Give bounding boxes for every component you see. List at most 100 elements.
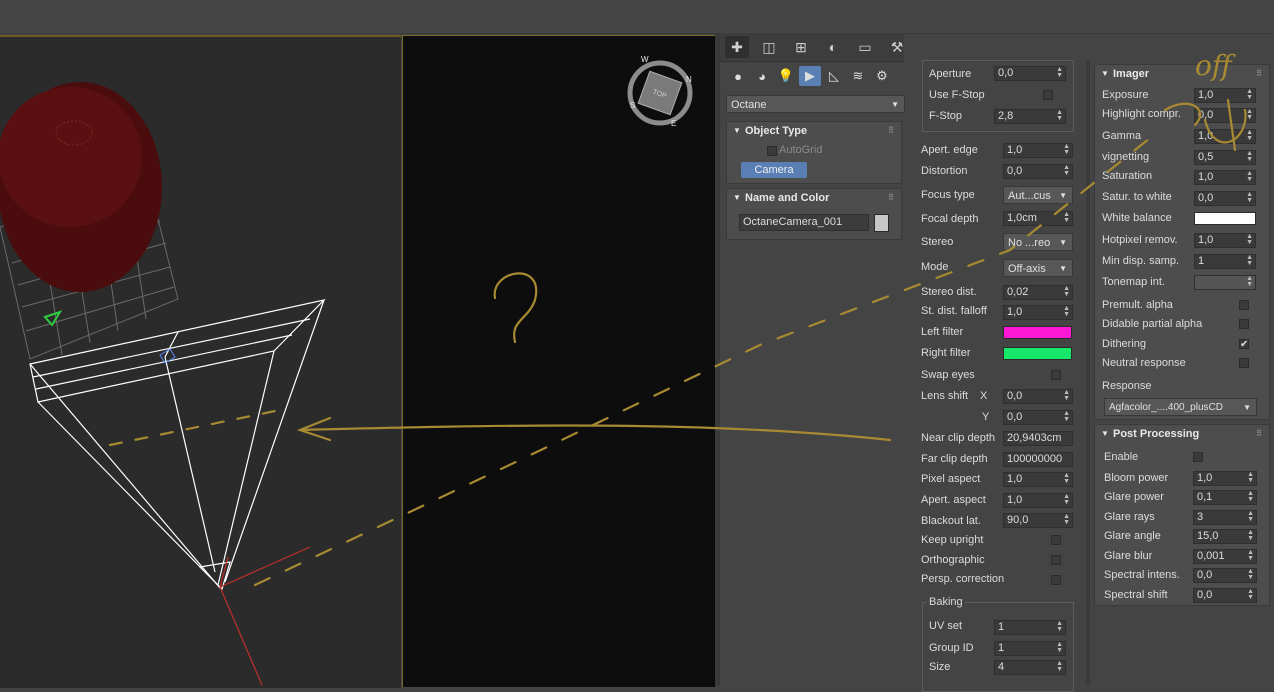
white-balance-swatch[interactable]	[1194, 212, 1256, 225]
group-id-spinner[interactable]: 1 ▲ ▼	[994, 641, 1066, 656]
viewcube-s-label: S	[630, 101, 635, 110]
stereo-dropdown[interactable]: No ...reo ▼	[1003, 233, 1073, 251]
helpers-icon[interactable]: ◺	[823, 66, 845, 86]
aperture-spinner[interactable]: 0,0 ▲ ▼	[994, 66, 1066, 81]
apert-edge-spinner[interactable]: 1,0 ▲ ▼	[1003, 143, 1073, 158]
collapse-triangle-icon: ▼	[733, 193, 741, 202]
display-icon[interactable]: ▭	[853, 36, 877, 58]
modify-icon[interactable]: ◫	[757, 36, 781, 58]
glare-blur-spinner[interactable]: 0,001 ▲ ▼	[1193, 549, 1257, 564]
spinner-arrows-icon: ▲ ▼	[1063, 389, 1070, 402]
apert-aspect-spinner[interactable]: 1,0 ▲ ▼	[1003, 493, 1073, 508]
imager-header[interactable]: ▼ Imager ⠿	[1095, 65, 1269, 83]
mode-dropdown[interactable]: Off-axis ▼	[1003, 259, 1073, 277]
systems-icon[interactable]: ⚙	[871, 66, 893, 86]
right-filter-swatch[interactable]	[1003, 347, 1072, 360]
vignetting-spinner[interactable]: 0,5 ▲ ▼	[1194, 150, 1256, 165]
bloom-power-spinner[interactable]: 1,0 ▲ ▼	[1193, 471, 1257, 486]
glare-angle-spinner[interactable]: 15,0 ▲ ▼	[1193, 529, 1257, 544]
stereo-dist-spinner[interactable]: 0,02 ▲ ▼	[1003, 285, 1073, 300]
tonemap-spinner[interactable]: ▲ ▼	[1194, 275, 1256, 290]
lens-shift-x-spinner[interactable]: 0,0 ▲ ▼	[1003, 389, 1073, 404]
command-panel-tabs: ✚ ◫ ⊞ ◐ ▭ ⚒	[720, 33, 904, 62]
persp-correction-checkbox[interactable]	[1051, 575, 1061, 585]
fstop-value: 2,8	[998, 110, 1014, 122]
perspective-viewport[interactable]	[0, 35, 401, 688]
focal-depth-spinner[interactable]: 1,0cm ▲ ▼	[1003, 211, 1073, 226]
far-clip-label: Far clip depth	[921, 453, 988, 465]
shapes-icon[interactable]: ◕	[751, 66, 773, 86]
gamma-spinner[interactable]: 1,0 ▲ ▼	[1194, 129, 1256, 144]
glare-power-spinner[interactable]: 0,1 ▲ ▼	[1193, 490, 1257, 505]
fstop-label: F-Stop	[929, 110, 963, 122]
chevron-down-icon: ▼	[891, 100, 899, 109]
lens-shift-y-spinner[interactable]: 0,0 ▲ ▼	[1003, 410, 1073, 425]
red-object[interactable]	[0, 82, 162, 292]
didable-checkbox[interactable]	[1239, 319, 1249, 329]
renderer-dropdown[interactable]: Octane ▼	[726, 95, 905, 113]
name-color-header[interactable]: ▼ Name and Color ⠿	[727, 189, 901, 207]
hierarchy-icon[interactable]: ⊞	[789, 36, 813, 58]
lens-shift-x-label: X	[980, 390, 988, 402]
lights-icon[interactable]: 💡	[775, 66, 797, 86]
neutral-checkbox[interactable]	[1239, 358, 1249, 368]
hotpixel-spinner[interactable]: 1,0 ▲ ▼	[1194, 233, 1256, 248]
stereo-label: Stereo	[921, 236, 954, 248]
near-clip-spinner[interactable]: 20,9403cm	[1003, 431, 1073, 446]
uv-set-spinner[interactable]: 1 ▲ ▼	[994, 620, 1066, 635]
spacewarps-icon[interactable]: ≋	[847, 66, 869, 86]
post-processing-header[interactable]: ▼ Post Processing ⠿	[1095, 425, 1269, 443]
post-processing-title: Post Processing	[1113, 428, 1200, 440]
spinner-arrows-icon: ▲ ▼	[1063, 164, 1070, 177]
dithering-checkbox[interactable]: ✔	[1239, 339, 1249, 350]
swap-eyes-checkbox[interactable]	[1051, 370, 1061, 380]
saturation-label: Saturation	[1102, 170, 1153, 182]
far-clip-spinner[interactable]: 100000000	[1003, 452, 1073, 467]
spectral-shift-label: Spectral shift	[1104, 589, 1168, 601]
geometry-icon[interactable]: ●	[727, 66, 749, 86]
st-dist-falloff-spinner[interactable]: 1,0 ▲ ▼	[1003, 305, 1073, 320]
glare-blur-label: Glare blur	[1104, 550, 1153, 562]
keep-upright-checkbox[interactable]	[1051, 535, 1061, 545]
size-spinner[interactable]: 4 ▲ ▼	[994, 660, 1066, 675]
spinner-arrows-icon: ▲ ▼	[1246, 191, 1253, 204]
utilities-icon[interactable]: ⚒	[885, 36, 909, 58]
object-color-swatch[interactable]	[874, 214, 889, 232]
cameras-icon[interactable]: ▶	[799, 66, 821, 86]
response-dropdown[interactable]: Agfacolor_....400_plusCD ▼	[1104, 398, 1257, 416]
glare-angle-label: Glare angle	[1104, 530, 1161, 542]
use-fstop-checkbox[interactable]	[1043, 90, 1053, 100]
blackout-spinner[interactable]: 90,0 ▲ ▼	[1003, 513, 1073, 528]
object-name-input[interactable]: OctaneCamera_001	[739, 214, 869, 231]
focus-type-dropdown[interactable]: Aut...cus ▼	[1003, 186, 1073, 204]
motion-icon[interactable]: ◐	[821, 36, 845, 58]
glare-blur-value: 0,001	[1197, 550, 1225, 562]
camera-frustum[interactable]	[29, 298, 326, 591]
focal-depth-label: Focal depth	[921, 213, 979, 225]
left-filter-swatch[interactable]	[1003, 326, 1072, 339]
viewcube[interactable]: TOP W N S E	[403, 36, 716, 687]
satur-white-spinner[interactable]: 0,0 ▲ ▼	[1194, 191, 1256, 206]
exposure-spinner[interactable]: 1,0 ▲ ▼	[1194, 88, 1256, 103]
spinner-arrows-icon: ▲ ▼	[1063, 493, 1070, 506]
create-icon[interactable]: ✚	[725, 36, 749, 58]
camera-button[interactable]: Camera	[741, 162, 807, 178]
bloom-power-label: Bloom power	[1104, 472, 1169, 484]
fstop-spinner[interactable]: 2,8 ▲ ▼	[994, 109, 1066, 124]
premult-checkbox[interactable]	[1239, 300, 1249, 310]
object-type-header[interactable]: ▼ Object Type ⠿	[727, 122, 901, 140]
orthographic-checkbox[interactable]	[1051, 555, 1061, 565]
min-disp-spinner[interactable]: 1 ▲ ▼	[1194, 254, 1256, 269]
camera-viewport[interactable]: TOP W N S E	[402, 35, 717, 687]
saturation-spinner[interactable]: 1,0 ▲ ▼	[1194, 170, 1256, 185]
pixel-aspect-spinner[interactable]: 1,0 ▲ ▼	[1003, 472, 1073, 487]
distortion-spinner[interactable]: 0,0 ▲ ▼	[1003, 164, 1073, 179]
autogrid-checkbox[interactable]	[767, 146, 777, 156]
highlight-spinner[interactable]: 0,0 ▲ ▼	[1194, 108, 1256, 123]
enable-checkbox[interactable]	[1193, 452, 1203, 462]
glare-rays-spinner[interactable]: 3 ▲ ▼	[1193, 510, 1257, 525]
spectral-shift-spinner[interactable]: 0,0 ▲ ▼	[1193, 588, 1257, 603]
glare-angle-value: 15,0	[1197, 530, 1219, 542]
spectral-intens-spinner[interactable]: 0,0 ▲ ▼	[1193, 568, 1257, 583]
apert-aspect-value: 1,0	[1007, 494, 1023, 506]
